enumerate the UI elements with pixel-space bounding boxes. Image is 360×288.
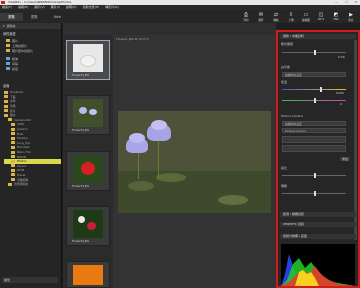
movie-button[interactable]: ▶ 影片 [344,10,358,23]
folder-icon [11,168,15,172]
upload-button[interactable]: ⇧ 上傳 [284,10,298,23]
temperature-slider[interactable] [282,87,346,92]
viewnx-button[interactable]: ◩ VNX [329,10,343,23]
exposure-label: 曝光補償 [281,42,294,46]
folder-icon [11,164,15,168]
tab-web[interactable]: Web [46,13,69,21]
album-icon [6,57,10,60]
thumbnail-image [73,99,103,127]
window-title: ViewNX-i - C:\Users\NIKON\Pictures\Photo… [8,0,72,4]
thumbnail-image [73,210,103,238]
folder-icon [11,173,15,177]
histogram [281,244,355,286]
email-button[interactable]: ✉ 郵件 [254,10,268,23]
folder-tree: OneDrive 下載 文件 音樂 影片 圖片 Camera Roll 2020 Autumn B… [0,90,61,186]
folder-icon [4,109,8,113]
thumbnail-item[interactable]: Flower04.JPG [66,206,110,246]
favorites-heading: 我的最愛 [3,32,16,36]
folder-icon [6,39,10,42]
histogram-header[interactable]: 色階分佈圖 / 亮度 [280,234,356,239]
thumbnail-item[interactable]: Flower01.JPG [66,40,110,80]
thumbnail-item[interactable]: Flower03.JPG [66,151,110,191]
viewer-toolbar [113,23,276,35]
reset-button[interactable]: 重設 [340,157,351,161]
folder-icon [11,132,15,136]
brightness-slider[interactable] [282,191,346,196]
folder-icon [11,141,15,145]
properties-selector[interactable]: 屬性 [2,277,58,283]
tint-slider[interactable] [282,98,346,103]
app-icon [1,1,5,4]
exposure-value: 0.00 [338,55,345,59]
adjustments-panel: 調整 / 中繼資料 曝光補償 0.00 白平衡 拍攝時的設定 色溫 5200 0… [276,30,360,288]
tab-browse[interactable]: 瀏覽 [0,13,23,21]
temperature-value: 5200 [336,91,344,95]
contrast-label: 對比 [281,166,288,170]
image-viewer: Flower1.JPG ⊕ 13.3 % [113,23,276,288]
picture-control-detail-2[interactable] [282,145,346,152]
folder-icon [4,90,8,94]
lens-info-header[interactable]: 鏡頭 / 相機資訊 [280,212,356,217]
thumbnail-image [73,44,103,72]
thumbnail-item[interactable]: Flower02.JPG [66,95,110,135]
folder-icon [11,150,15,154]
editor-button[interactable]: ▭ 編輯器 [299,10,313,23]
folder-icon [6,49,10,52]
thumbnail-image [73,265,103,285]
folder-icon [11,145,15,149]
folder-icon [11,159,15,163]
draft-icon [6,62,10,65]
brightness-label: 明暗 [281,184,288,188]
main-photo[interactable] [118,111,271,213]
temperature-label: 色溫 [281,80,288,84]
thumbnail-item[interactable] [66,261,110,288]
folder-icon: ▾ [3,24,5,28]
white-balance-select[interactable]: 拍攝時的設定 [282,72,346,77]
xmp-info-header[interactable]: XMP/IPTC 資訊 [280,222,356,227]
exposure-slider[interactable] [282,50,346,55]
image-info: Flower1.JPG ⊕ 13.3 % [116,37,149,41]
workspace-tabs: 瀏覽 瀏覽 Web [0,13,69,21]
tree-heading: 桌面 [3,84,10,88]
picture-control-select[interactable]: 拍攝時的設定 [282,121,346,126]
folder-icon [4,113,8,117]
folder-icon [11,136,15,140]
folder-icon [8,182,12,186]
thumbnail-image [73,155,103,183]
shortcut-icon [6,67,10,70]
folder-icon [6,44,10,47]
picture-control-option[interactable]: Picture Control [282,128,346,133]
toolbar-actions: ⎙ 列印 ✉ 郵件 ⇄ 轉換 ⇧ 上傳 ▭ 編輯器 ◫ NX S ◩ VNX ▶ 影片 [239,10,358,23]
contrast-slider[interactable] [282,173,346,178]
folder-icon [11,178,15,182]
folder-icon [4,104,8,108]
nx-studio-button[interactable]: ◫ NX S [314,10,328,23]
thumbnail-strip: Flower01.JPG Flower02.JPG Flower03.JPG F… [63,23,113,288]
tint-value: 0 [340,102,342,106]
folder-icon [11,122,15,126]
navigation-panel: ▾ 資料夾 我的最愛 圖片 上傳的照片 圖片庫中的照片 相簿 草稿 捷徑 桌面 … [0,23,62,288]
adjust-header[interactable]: 調整 / 中繼資料 [280,34,356,39]
panel-scrollbar[interactable] [354,40,357,240]
picture-control-detail[interactable] [282,136,346,143]
folder-icon [4,99,8,103]
thumb-toolbar [63,23,113,35]
print-button[interactable]: ⎙ 列印 [239,10,253,23]
folder-icon [11,127,15,131]
folder-icon [11,155,15,159]
tree-item[interactable]: 新增資料夾 [4,182,61,187]
folder-icon [4,95,8,99]
tab-browse-2[interactable]: 瀏覽 [23,13,46,21]
white-balance-label: 白平衡 [281,65,291,69]
picture-control-label: Picture Control [281,114,304,118]
convert-button[interactable]: ⇄ 轉換 [269,10,283,23]
folder-icon [8,118,12,122]
